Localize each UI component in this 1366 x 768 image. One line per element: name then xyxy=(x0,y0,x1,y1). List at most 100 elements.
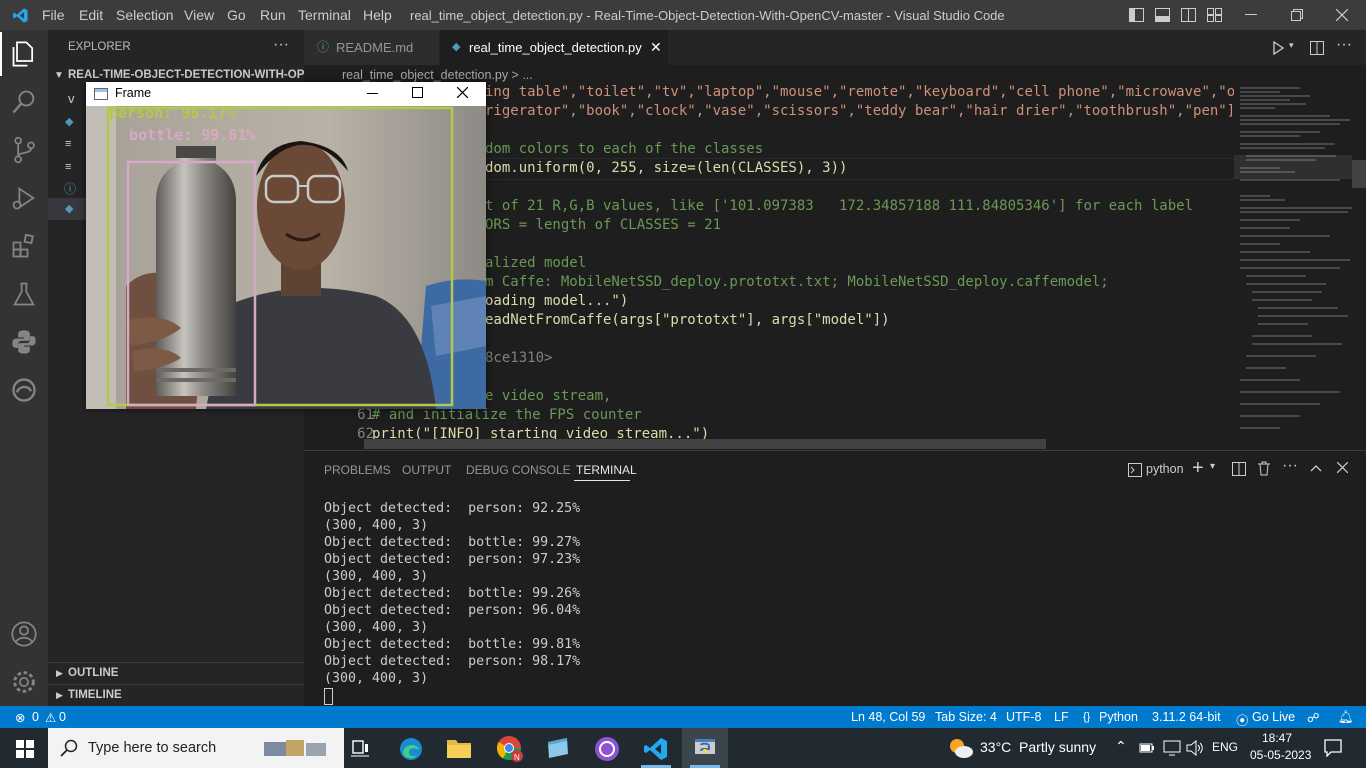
restore-icon[interactable] xyxy=(1291,9,1303,21)
explorer-more-icon[interactable]: ··· xyxy=(273,36,289,54)
source-control-icon[interactable] xyxy=(10,136,38,164)
github-desktop-icon[interactable] xyxy=(594,736,620,762)
warning-icon[interactable]: ⚠ xyxy=(45,710,56,725)
folder-name[interactable]: REAL-TIME-OBJECT-DETECTION-WITH-OPE... xyxy=(68,69,322,81)
minimize-icon[interactable] xyxy=(1245,14,1257,16)
python-app-taskbar[interactable] xyxy=(682,728,728,768)
task-view-icon[interactable] xyxy=(350,738,370,758)
close-tab-icon[interactable]: ✕ xyxy=(650,30,662,65)
input-language[interactable]: ENG xyxy=(1212,740,1238,754)
settings-gear-icon[interactable] xyxy=(10,668,38,696)
panel-more-icon[interactable]: ··· xyxy=(1282,457,1298,475)
horizontal-scrollbar[interactable] xyxy=(364,439,1046,449)
network-icon[interactable] xyxy=(1163,740,1181,756)
errors-icon[interactable]: ⊗ xyxy=(15,710,25,725)
timeline-section[interactable]: TIMELINE xyxy=(68,689,122,701)
taskbar-search-box[interactable]: Type here to search xyxy=(48,728,344,768)
error-count[interactable]: 0 xyxy=(32,710,39,724)
code-line[interactable]: ORS = length of CLASSES = 21 xyxy=(485,217,721,233)
code-line[interactable]: 8ce1310> xyxy=(485,350,552,366)
tab-real-time-object-detection[interactable]: ◆ real_time_object_detection.py ✕ xyxy=(440,30,668,65)
testing-icon[interactable] xyxy=(10,280,38,308)
search-icon[interactable] xyxy=(10,88,38,116)
toggle-panel-icon[interactable] xyxy=(1155,8,1170,22)
terminal-dropdown-icon[interactable]: ▾ xyxy=(1210,461,1215,472)
notifications-bell-icon[interactable]: 🔔︎ xyxy=(1338,710,1354,725)
show-hidden-icons-icon[interactable]: ⌃ xyxy=(1115,738,1127,755)
chrome-icon[interactable]: N xyxy=(496,735,524,763)
tab-readme[interactable]: ⓘ README.md xyxy=(304,30,439,65)
code-line[interactable]: oading model...") xyxy=(485,293,628,309)
clock-time[interactable]: 18:47 xyxy=(1262,731,1292,745)
app-icon[interactable] xyxy=(545,736,571,760)
new-terminal-icon[interactable]: + xyxy=(1192,457,1204,480)
edge-devtools-icon[interactable] xyxy=(10,376,38,404)
menu-file[interactable]: File xyxy=(42,7,65,23)
folder-chevron-icon[interactable]: ▼ xyxy=(54,70,64,81)
frame-maximize-icon[interactable] xyxy=(412,87,423,98)
tree-item[interactable]: v xyxy=(68,91,75,106)
weather-text[interactable]: 33°C Partly sunny xyxy=(980,739,1096,755)
outline-section[interactable]: OUTLINE xyxy=(68,667,118,679)
vertical-scrollbar[interactable] xyxy=(1352,65,1366,450)
run-debug-icon[interactable] xyxy=(10,184,38,212)
tab-output[interactable]: OUTPUT xyxy=(402,463,451,477)
code-line[interactable]: dom colors to each of the classes xyxy=(485,141,763,157)
menu-terminal[interactable]: Terminal xyxy=(298,7,351,23)
code-line[interactable]: dom.uniform(0, 255, size=(len(CLASSES), … xyxy=(485,160,847,176)
vscode-taskbar-icon[interactable] xyxy=(643,736,669,762)
toggle-sidebar-icon[interactable] xyxy=(1129,8,1144,22)
feedback-icon[interactable]: ☍ xyxy=(1307,710,1320,725)
code-line[interactable]: rigerator","book","clock","vase","scisso… xyxy=(485,103,1235,119)
menu-go[interactable]: Go xyxy=(227,7,246,23)
edge-browser-icon[interactable] xyxy=(398,736,424,762)
split-editor-icon[interactable] xyxy=(1310,41,1324,55)
outline-chevron-icon[interactable]: ▶ xyxy=(56,668,63,679)
python-interpreter[interactable]: 3.11.2 64-bit xyxy=(1152,710,1221,724)
timeline-chevron-icon[interactable]: ▶ xyxy=(56,690,63,701)
menu-view[interactable]: View xyxy=(184,7,214,23)
frame-close-icon[interactable] xyxy=(457,87,468,98)
menu-run[interactable]: Run xyxy=(260,7,286,23)
terminal-shell-name[interactable]: python xyxy=(1146,462,1184,476)
file-explorer-icon[interactable] xyxy=(446,736,472,760)
explorer-icon[interactable] xyxy=(10,40,38,68)
tab-debug-console[interactable]: DEBUG CONSOLE xyxy=(466,463,571,477)
tab-problems[interactable]: PROBLEMS xyxy=(324,463,391,477)
warning-count[interactable]: 0 xyxy=(59,710,66,724)
code-line[interactable]: alized model xyxy=(485,255,586,271)
close-panel-icon[interactable] xyxy=(1337,462,1348,473)
go-live-button[interactable]: Go Live xyxy=(1252,710,1295,724)
code-line[interactable]: ing table","toilet","tv","laptop","mouse… xyxy=(485,84,1277,100)
code-line[interactable]: e video stream, xyxy=(485,388,611,404)
windows-start-icon[interactable] xyxy=(16,740,34,758)
maximize-panel-icon[interactable] xyxy=(1310,463,1322,473)
opencv-frame-window[interactable]: Frame person: 98.17% bottle: 99.81% xyxy=(86,82,486,409)
close-window-icon[interactable] xyxy=(1336,9,1348,21)
kill-terminal-icon[interactable] xyxy=(1257,461,1271,476)
tab-size[interactable]: Tab Size: 4 xyxy=(935,710,997,724)
clock-date[interactable]: 05-05-2023 xyxy=(1250,748,1311,762)
accounts-icon[interactable] xyxy=(10,620,38,648)
code-line[interactable]: t of 21 R,G,B values, like ['101.097383 … xyxy=(485,198,1193,214)
run-python-file-icon[interactable] xyxy=(1271,41,1285,55)
minimap[interactable] xyxy=(1234,85,1352,450)
language-mode[interactable]: Python xyxy=(1099,710,1138,724)
code-line[interactable]: # and initialize the FPS counter xyxy=(372,407,642,423)
cursor-position[interactable]: Ln 48, Col 59 xyxy=(851,710,925,724)
tab-terminal[interactable]: TERMINAL xyxy=(576,463,637,477)
extensions-icon[interactable] xyxy=(10,232,38,260)
frame-minimize-icon[interactable] xyxy=(367,93,378,95)
customize-layout-icon[interactable] xyxy=(1207,8,1222,22)
run-dropdown-icon[interactable]: ▾ xyxy=(1289,40,1294,51)
encoding[interactable]: UTF-8 xyxy=(1006,710,1041,724)
menu-selection[interactable]: Selection xyxy=(116,7,174,23)
breadcrumb[interactable]: real_time_object_detection.py > ... xyxy=(342,68,533,82)
end-of-line[interactable]: LF xyxy=(1054,710,1069,724)
editor-more-icon[interactable]: ··· xyxy=(1336,36,1352,54)
split-terminal-icon[interactable] xyxy=(1232,462,1246,476)
notifications-icon[interactable] xyxy=(1324,739,1342,757)
volume-icon[interactable] xyxy=(1186,740,1204,756)
scrollbar-thumb[interactable] xyxy=(1352,160,1366,188)
menu-edit[interactable]: Edit xyxy=(79,7,103,23)
